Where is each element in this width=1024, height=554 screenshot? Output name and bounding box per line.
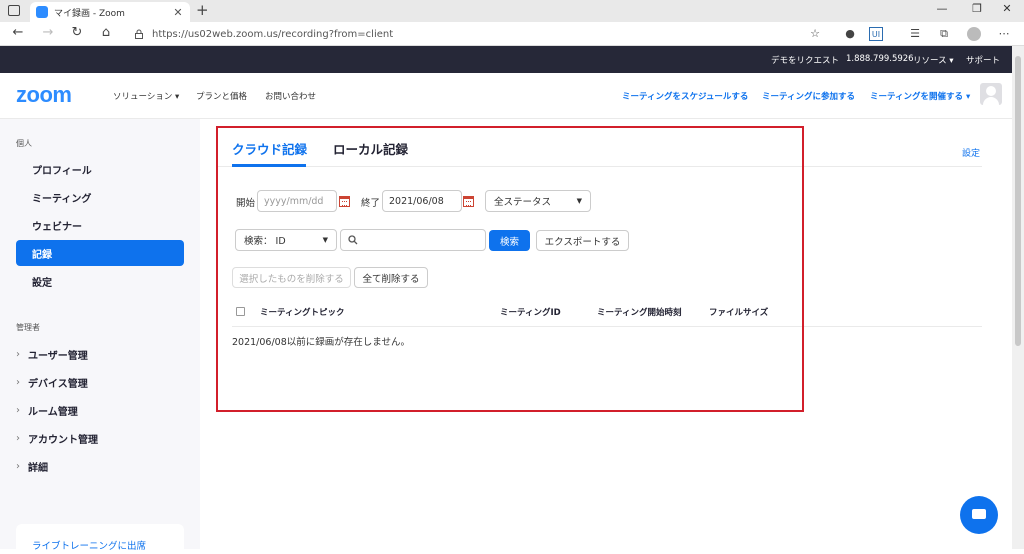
tab-close-icon[interactable]: ✕ bbox=[172, 6, 184, 19]
plans-link[interactable]: プランと価格 bbox=[196, 90, 247, 102]
close-window-icon[interactable]: ✕ bbox=[997, 2, 1017, 15]
sidebar-item-user-management[interactable]: › ユーザー管理 bbox=[16, 347, 88, 362]
home-icon[interactable]: ⌂ bbox=[97, 25, 115, 40]
live-training-link[interactable]: ライブトレーニングに出席 bbox=[16, 524, 184, 554]
more-menu-icon[interactable]: ⋯ bbox=[997, 27, 1011, 41]
sidebar-item-recordings[interactable]: 記録 bbox=[16, 240, 184, 266]
sidebar-item-device-management[interactable]: › デバイス管理 bbox=[16, 375, 88, 390]
chevron-right-icon: › bbox=[16, 405, 20, 416]
zoom-favicon-icon bbox=[36, 6, 48, 18]
resources-menu[interactable]: リソース ▾ bbox=[913, 54, 954, 66]
sidebar-item-label: アカウント管理 bbox=[28, 435, 98, 446]
support-link[interactable]: サポート bbox=[966, 54, 1000, 66]
sidebar-item-label: デバイス管理 bbox=[28, 379, 88, 390]
tab-title: マイ録画 - Zoom bbox=[54, 8, 125, 19]
minimize-icon[interactable]: — bbox=[932, 2, 952, 15]
ui-extension-icon[interactable]: UI bbox=[869, 27, 883, 41]
chevron-right-icon: › bbox=[16, 433, 20, 444]
sidebar-item-room-management[interactable]: › ルーム管理 bbox=[16, 403, 78, 418]
sidebar: 個人 プロフィール ミーティング ウェビナー 記録 設定 管理者 › ユーザー管理… bbox=[0, 119, 200, 554]
extension-icon[interactable]: ● bbox=[843, 27, 857, 41]
host-meeting-menu[interactable]: ミーティングを開催する ▾ bbox=[870, 90, 970, 102]
maximize-icon[interactable]: ❐ bbox=[967, 2, 987, 15]
address-bar[interactable]: https://us02web.zoom.us/recording?from=c… bbox=[124, 24, 836, 44]
reload-icon[interactable]: ↻ bbox=[68, 25, 86, 40]
lock-icon bbox=[135, 29, 143, 39]
sidebar-item-account-management[interactable]: › アカウント管理 bbox=[16, 431, 98, 446]
sidebar-item-settings[interactable]: 設定 bbox=[16, 268, 184, 294]
sidebar-item-profile[interactable]: プロフィール bbox=[16, 156, 184, 182]
personal-section-title: 個人 bbox=[16, 139, 32, 148]
sidebar-item-advanced[interactable]: › 詳細 bbox=[16, 459, 48, 474]
profile-icon[interactable] bbox=[967, 27, 981, 41]
sidebar-item-label: ユーザー管理 bbox=[28, 351, 88, 362]
settings-link[interactable]: 設定 bbox=[962, 146, 980, 159]
chat-bubble-icon[interactable] bbox=[960, 496, 998, 534]
join-meeting-link[interactable]: ミーティングに参加する bbox=[762, 90, 855, 102]
chevron-right-icon: › bbox=[16, 349, 20, 360]
favorites-icon[interactable]: ☰ bbox=[908, 27, 922, 41]
url-text: https://us02web.zoom.us/recording?from=c… bbox=[152, 28, 394, 40]
avatar[interactable] bbox=[980, 83, 1002, 105]
contact-link[interactable]: お問い合わせ bbox=[265, 90, 316, 102]
favorite-star-icon[interactable]: ☆ bbox=[808, 27, 822, 41]
sidebar-item-meetings[interactable]: ミーティング bbox=[16, 184, 184, 210]
browser-tabstrip: マイ録画 - Zoom ✕ + — ❐ ✕ bbox=[0, 0, 1024, 22]
back-icon[interactable]: ← bbox=[9, 25, 27, 40]
chevron-right-icon: › bbox=[16, 461, 20, 472]
solutions-menu[interactable]: ソリューション ▾ bbox=[113, 90, 179, 102]
schedule-meeting-link[interactable]: ミーティングをスケジュールする bbox=[622, 90, 748, 102]
scrollbar-thumb[interactable] bbox=[1015, 56, 1021, 346]
sidebar-item-label: ルーム管理 bbox=[28, 407, 78, 418]
zoom-header: zoom ソリューション ▾ プランと価格 お問い合わせ ミーティングをスケジュ… bbox=[0, 73, 1012, 119]
scrollbar[interactable] bbox=[1012, 46, 1024, 549]
zoom-topbar: デモをリクエスト 1.888.799.5926 リソース ▾ サポート bbox=[0, 46, 1012, 73]
phone-number: 1.888.799.5926 bbox=[846, 54, 914, 64]
sidebar-item-label: 詳細 bbox=[28, 463, 48, 474]
admin-section-title: 管理者 bbox=[16, 323, 40, 332]
highlight-box bbox=[216, 126, 804, 412]
browser-toolbar: ← → ↻ ⌂ https://us02web.zoom.us/recordin… bbox=[0, 22, 1024, 46]
forward-icon: → bbox=[42, 25, 54, 40]
window-menu-icon[interactable] bbox=[8, 5, 20, 16]
request-demo-link[interactable]: デモをリクエスト bbox=[771, 54, 839, 66]
chevron-right-icon: › bbox=[16, 377, 20, 388]
new-tab-icon[interactable]: + bbox=[196, 1, 209, 19]
collections-icon[interactable]: ⧉ bbox=[937, 27, 951, 41]
sidebar-item-webinars[interactable]: ウェビナー bbox=[16, 212, 184, 238]
browser-tab[interactable]: マイ録画 - Zoom ✕ bbox=[30, 2, 190, 22]
zoom-logo[interactable]: zoom bbox=[16, 82, 72, 108]
